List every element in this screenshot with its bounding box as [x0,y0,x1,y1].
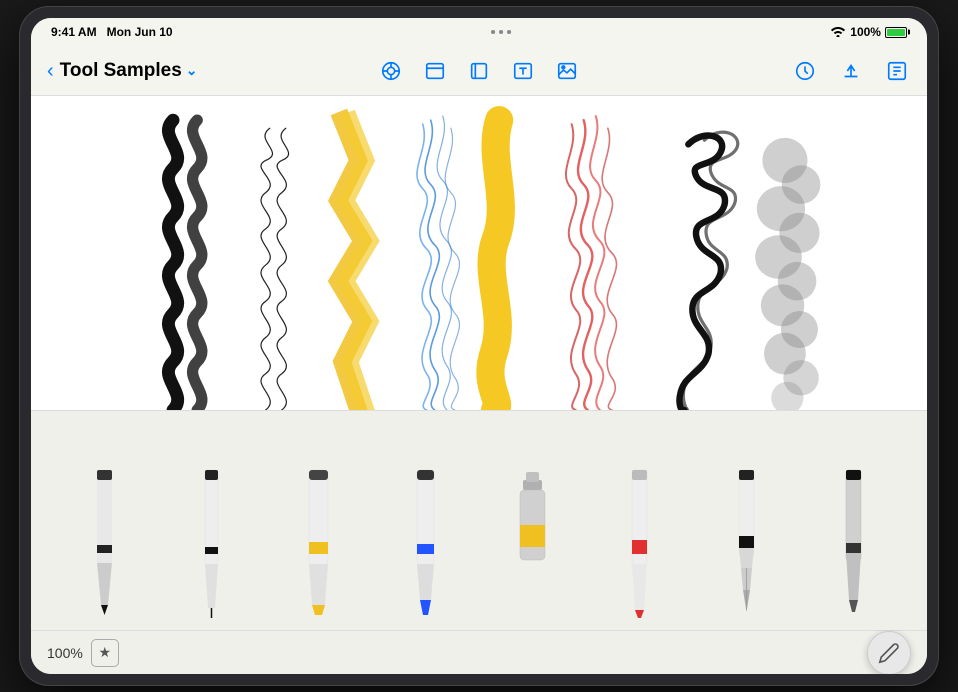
three-dots [491,30,511,34]
share-icon[interactable] [837,57,865,85]
image-icon[interactable] [553,57,581,85]
layers-icon[interactable] [465,57,493,85]
toolbar-center [377,57,581,85]
page-title: Tool Samples [60,60,182,82]
zoom-level: 100% [47,645,83,661]
tool-panel [31,410,927,630]
toolbar: ‹ Tool Samples ⌄ [31,46,927,96]
tools-row [31,411,927,630]
stroke-paint-yellow [490,120,500,410]
tool-calligraphy[interactable] [719,460,774,620]
battery-percent: 100% [850,25,881,39]
stroke-calligraphy-black [679,132,737,410]
history-icon[interactable] [791,57,819,85]
toolbar-right [791,57,911,85]
tool-airbrush[interactable] [826,460,881,620]
title-dropdown-icon[interactable]: ⌄ [186,62,198,79]
stroke-crayon-red [566,116,617,410]
bottom-bar: 100% ★ [31,630,927,674]
tool-paint[interactable] [505,460,560,620]
tool-brush-pen[interactable] [398,460,453,620]
brush-strokes-svg [31,96,927,410]
stroke-pencil-blue [417,116,460,410]
edit-icon[interactable] [883,57,911,85]
tool-marker[interactable] [291,460,346,620]
stroke-fineliner [261,128,289,410]
canvas-area[interactable] [31,96,927,410]
status-bar-left: 9:41 AM Mon Jun 10 [51,25,173,39]
ipad-frame: 9:41 AM Mon Jun 10 100% [19,6,939,686]
tool-crayon[interactable] [612,460,667,620]
favorite-icon: ★ [99,644,112,661]
dot1 [491,30,495,34]
pen-tool-icon[interactable] [377,57,405,85]
pencil-fab-icon [878,642,900,664]
browser-icon[interactable] [421,57,449,85]
dot3 [507,30,511,34]
dot2 [499,30,503,34]
status-bar-center [491,30,511,34]
back-button[interactable]: ‹ [47,61,54,81]
stroke-airbrush-gray [755,138,820,410]
battery-fill [887,29,905,36]
back-chevron-icon: ‹ [47,61,54,81]
title-area: Tool Samples ⌄ [60,60,198,82]
pencil-fab-button[interactable] [867,631,911,675]
zoom-indicator: 100% ★ [47,639,119,667]
tool-pen[interactable] [77,460,132,620]
ipad-screen: 9:41 AM Mon Jun 10 100% [31,18,927,674]
time-display: 9:41 AM [51,25,97,39]
favorite-button[interactable]: ★ [91,639,119,667]
date-display: Mon Jun 10 [107,25,173,39]
tool-fineliner[interactable] [184,460,239,620]
text-icon[interactable] [509,57,537,85]
status-bar: 9:41 AM Mon Jun 10 100% [31,18,927,46]
status-bar-right: 100% [830,25,907,40]
stroke-marker-yellow [338,120,370,410]
stroke-pen-black [168,120,201,410]
battery-icon [885,27,907,38]
wifi-icon [830,25,846,40]
